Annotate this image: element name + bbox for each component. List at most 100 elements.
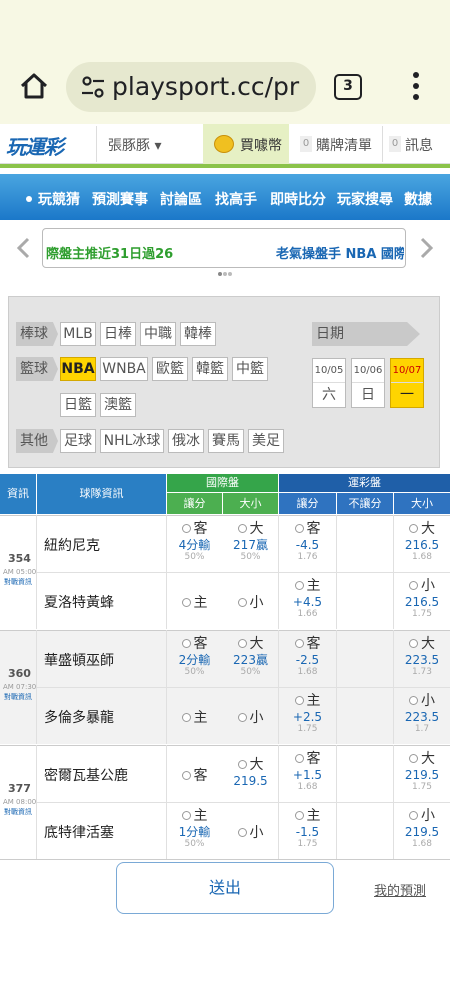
odds-radio[interactable] xyxy=(181,712,191,722)
matchup-link[interactable]: 對戰資訊 xyxy=(4,577,32,587)
carousel-dot[interactable] xyxy=(223,272,227,276)
league-chip-soccer[interactable]: 足球 xyxy=(60,429,96,453)
nav-item-player-search[interactable]: 玩家搜尋 xyxy=(337,189,393,209)
league-chip-jp-baseball[interactable]: 日棒 xyxy=(100,322,136,346)
odds-cell[interactable]: 主 -1.5 1.75 xyxy=(279,805,336,850)
odds-radio[interactable] xyxy=(237,712,247,722)
odds-radio[interactable] xyxy=(237,597,247,607)
odds-radio[interactable] xyxy=(294,523,304,533)
odds-radio[interactable] xyxy=(409,638,418,648)
odds-radio[interactable] xyxy=(294,580,304,590)
odds-radio[interactable] xyxy=(294,638,304,648)
odds-cell[interactable]: 主 +4.5 1.66 xyxy=(279,575,336,620)
odds-cell[interactable]: 主 xyxy=(167,592,222,612)
odds-cell[interactable]: 小 xyxy=(223,822,278,842)
odds-radio[interactable] xyxy=(294,810,304,820)
tab-switcher-button[interactable]: 3 xyxy=(334,74,362,100)
status-bar xyxy=(0,0,450,52)
odds-cell[interactable]: 大 219.5 1.75 xyxy=(394,748,450,793)
odds-cell[interactable]: 大 223贏 50% xyxy=(223,633,278,678)
odds-radio[interactable] xyxy=(181,770,191,780)
odds-radio[interactable] xyxy=(409,810,418,820)
odds-radio[interactable] xyxy=(409,695,418,705)
odds-cell[interactable]: 小 219.5 1.68 xyxy=(394,805,450,850)
odds-radio[interactable] xyxy=(237,827,247,837)
odds-cell[interactable]: 主 +2.5 1.75 xyxy=(279,690,336,735)
odds-cell[interactable]: 大 216.5 1.68 xyxy=(394,518,450,563)
league-chip-horse-racing[interactable]: 賽馬 xyxy=(208,429,244,453)
home-icon[interactable] xyxy=(18,70,50,102)
cart-link[interactable]: 購牌清單 xyxy=(316,135,372,155)
messages-link[interactable]: 訊息 xyxy=(405,135,433,155)
odds-radio[interactable] xyxy=(181,810,191,820)
odds-cell[interactable]: 客 +1.5 1.68 xyxy=(279,748,336,793)
league-chip-kr-basketball[interactable]: 韓籃 xyxy=(192,357,228,381)
odds-cell[interactable]: 小 xyxy=(223,592,278,612)
banner-text-right[interactable]: 老氣操盤手 NBA 國際 xyxy=(276,243,404,262)
league-chip-khl[interactable]: 俄冰 xyxy=(168,429,204,453)
odds-cell[interactable]: 客 2分輸 50% xyxy=(167,633,222,678)
odds-cell[interactable]: 主 1分輸 50% xyxy=(167,805,222,850)
odds-cell[interactable]: 客 xyxy=(167,765,222,785)
league-chip-mlb[interactable]: MLB xyxy=(60,322,96,346)
odds-cell[interactable]: 小 xyxy=(223,707,278,727)
date-option[interactable]: 10/05 六 xyxy=(312,358,346,408)
nav-item-predict[interactable]: 預測賽事 xyxy=(92,189,148,209)
odds-cell[interactable]: 小 216.5 1.75 xyxy=(394,575,450,620)
league-chip-kbo[interactable]: 韓棒 xyxy=(180,322,216,346)
league-chip-au-basketball[interactable]: 澳籃 xyxy=(100,393,136,417)
odds-radio[interactable] xyxy=(294,753,304,763)
league-chip-wnba[interactable]: WNBA xyxy=(100,357,148,381)
chevron-left-icon[interactable] xyxy=(14,236,34,260)
nav-item-experts[interactable]: 找高手 xyxy=(215,189,257,209)
game-number: 377 xyxy=(8,782,31,795)
odds-radio[interactable] xyxy=(181,597,191,607)
banner-text-left[interactable]: 際盤主推近31日過26 xyxy=(46,243,173,262)
user-menu[interactable]: 張豚豚 ▾ xyxy=(108,135,161,155)
odds-radio[interactable] xyxy=(237,523,247,533)
odds-cell[interactable]: 客 -4.5 1.76 xyxy=(279,518,336,563)
odds-radio[interactable] xyxy=(409,753,418,763)
odds-cell[interactable]: 大 223.5 1.73 xyxy=(394,633,450,678)
matchup-link[interactable]: 對戰資訊 xyxy=(4,807,32,817)
odds-cell[interactable]: 大 219.5 xyxy=(223,754,278,788)
odds-radio[interactable] xyxy=(294,695,304,705)
site-settings-icon[interactable] xyxy=(80,74,106,100)
site-logo[interactable]: 玩運彩 xyxy=(6,131,90,159)
my-predictions-link[interactable]: 我的預測 xyxy=(374,880,426,899)
league-chip-jp-basketball[interactable]: 日籃 xyxy=(60,393,96,417)
nav-item-data[interactable]: 數據 xyxy=(404,189,432,209)
odds-value: +1.5 xyxy=(292,768,323,782)
odds-radio[interactable] xyxy=(237,759,247,769)
carousel-dot[interactable] xyxy=(228,272,232,276)
league-chip-nba[interactable]: NBA xyxy=(60,357,96,381)
odds-cell[interactable]: 小 223.5 1.7 xyxy=(394,690,450,735)
chevron-right-icon[interactable] xyxy=(416,236,436,260)
odds-radio[interactable] xyxy=(409,523,418,533)
date-option[interactable]: 10/06 日 xyxy=(351,358,385,408)
odds-cell[interactable]: 客 -2.5 1.68 xyxy=(279,633,336,678)
league-chip-cn-basketball[interactable]: 中籃 xyxy=(232,357,268,381)
league-chip-cpbl[interactable]: 中職 xyxy=(140,322,176,346)
odds-radio[interactable] xyxy=(409,580,418,590)
carousel-dot[interactable] xyxy=(218,272,222,276)
matchup-link[interactable]: 對戰資訊 xyxy=(4,692,32,702)
more-menu-icon[interactable] xyxy=(410,70,422,102)
header-accent-line xyxy=(0,164,450,168)
odds-radio[interactable] xyxy=(181,523,191,533)
date-option-selected[interactable]: 10/07 一 xyxy=(390,358,424,408)
url-text[interactable]: playsport.cc/pr xyxy=(112,69,308,105)
league-chip-nfl[interactable]: 美足 xyxy=(248,429,284,453)
odds-radio[interactable] xyxy=(181,638,191,648)
submit-button[interactable]: 送出 xyxy=(116,862,334,914)
league-chip-euro-basketball[interactable]: 歐籃 xyxy=(152,357,188,381)
buy-coin-label[interactable]: 買噱幣 xyxy=(240,135,282,155)
odds-cell[interactable]: 大 217贏 50% xyxy=(223,518,278,563)
league-chip-nhl[interactable]: NHL冰球 xyxy=(100,429,164,453)
nav-item-forum[interactable]: 討論區 xyxy=(160,189,202,209)
nav-item-guess[interactable]: 玩競猜 xyxy=(38,189,80,209)
odds-cell[interactable]: 客 4分輸 50% xyxy=(167,518,222,563)
odds-radio[interactable] xyxy=(237,638,247,648)
nav-item-live-score[interactable]: 即時比分 xyxy=(270,189,326,209)
odds-cell[interactable]: 主 xyxy=(167,707,222,727)
